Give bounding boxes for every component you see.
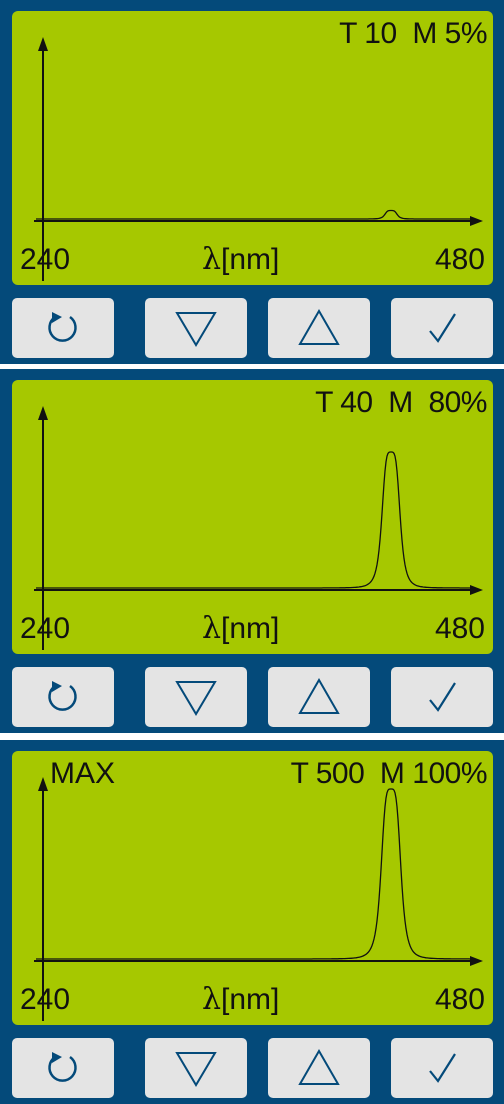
y-axis-arrow-icon [38, 37, 48, 51]
status-readout: T 500 M 100% [290, 757, 488, 790]
status-readout: T 40 M 80% [315, 386, 487, 419]
confirm-button[interactable] [391, 1038, 493, 1098]
decrease-triangle-icon [175, 681, 217, 716]
increase-button[interactable] [268, 667, 370, 727]
y-axis-arrow-icon [38, 777, 48, 791]
panel-2: T 40 M 80% 240 λ[nm] 480 [0, 369, 504, 733]
x-axis-label: λ[nm] [202, 611, 279, 646]
y-axis-arrow-icon [38, 406, 48, 420]
spectrum-peak [36, 788, 472, 960]
confirm-check-icon [429, 682, 456, 712]
spectrum-display: MAX T 500 M 100% 240 λ[nm] 480 [12, 751, 493, 1025]
x-axis-max-label: 480 [434, 612, 485, 645]
x-axis-min-label: 240 [20, 983, 71, 1016]
max-label: MAX [50, 757, 116, 790]
x-axis-label-unit: [nm] [221, 243, 280, 276]
confirm-check-icon [429, 313, 456, 343]
increase-button[interactable] [268, 298, 370, 358]
confirm-check-icon [429, 1053, 456, 1083]
x-axis-max-label: 480 [434, 243, 485, 276]
panel-1: T 10 M 5% 240 λ[nm] 480 [0, 0, 504, 364]
x-axis-label: λ[nm] [202, 242, 279, 277]
reset-button[interactable] [12, 298, 114, 358]
reset-icon [48, 312, 77, 342]
decrease-button[interactable] [145, 298, 247, 358]
x-axis-label: λ[nm] [202, 982, 279, 1017]
decrease-button[interactable] [145, 667, 247, 727]
decrease-button[interactable] [145, 1038, 247, 1098]
x-axis-arrow-icon [470, 216, 483, 226]
panel-3: MAX T 500 M 100% 240 λ[nm] 480 [0, 740, 504, 1104]
x-axis-label-unit: [nm] [221, 612, 280, 645]
increase-triangle-icon [298, 1048, 340, 1085]
reset-icon [48, 1052, 77, 1082]
spectrum-display: T 10 M 5% 240 λ[nm] 480 [12, 11, 493, 285]
reset-button[interactable] [12, 1038, 114, 1098]
spectrum-peak [36, 209, 472, 220]
x-axis-label-symbol: λ [202, 242, 222, 277]
x-axis-arrow-icon [470, 956, 483, 966]
x-axis-arrow-icon [470, 585, 483, 595]
increase-button[interactable] [268, 1038, 370, 1098]
spectrum-display: T 40 M 80% 240 λ[nm] 480 [12, 380, 493, 654]
x-axis-min-label: 240 [20, 243, 71, 276]
x-axis-label-symbol: λ [202, 982, 222, 1017]
spectrum-peak [36, 451, 472, 589]
increase-triangle-icon [298, 677, 340, 714]
reset-button[interactable] [12, 667, 114, 727]
x-axis-label-symbol: λ [202, 611, 222, 646]
x-axis-min-label: 240 [20, 612, 71, 645]
decrease-triangle-icon [175, 1052, 217, 1087]
confirm-button[interactable] [391, 667, 493, 727]
reset-icon [48, 681, 77, 711]
confirm-button[interactable] [391, 298, 493, 358]
x-axis-label-unit: [nm] [221, 983, 280, 1016]
status-readout: T 10 M 5% [339, 17, 487, 50]
decrease-triangle-icon [175, 312, 217, 347]
x-axis-max-label: 480 [434, 983, 485, 1016]
increase-triangle-icon [298, 308, 340, 345]
